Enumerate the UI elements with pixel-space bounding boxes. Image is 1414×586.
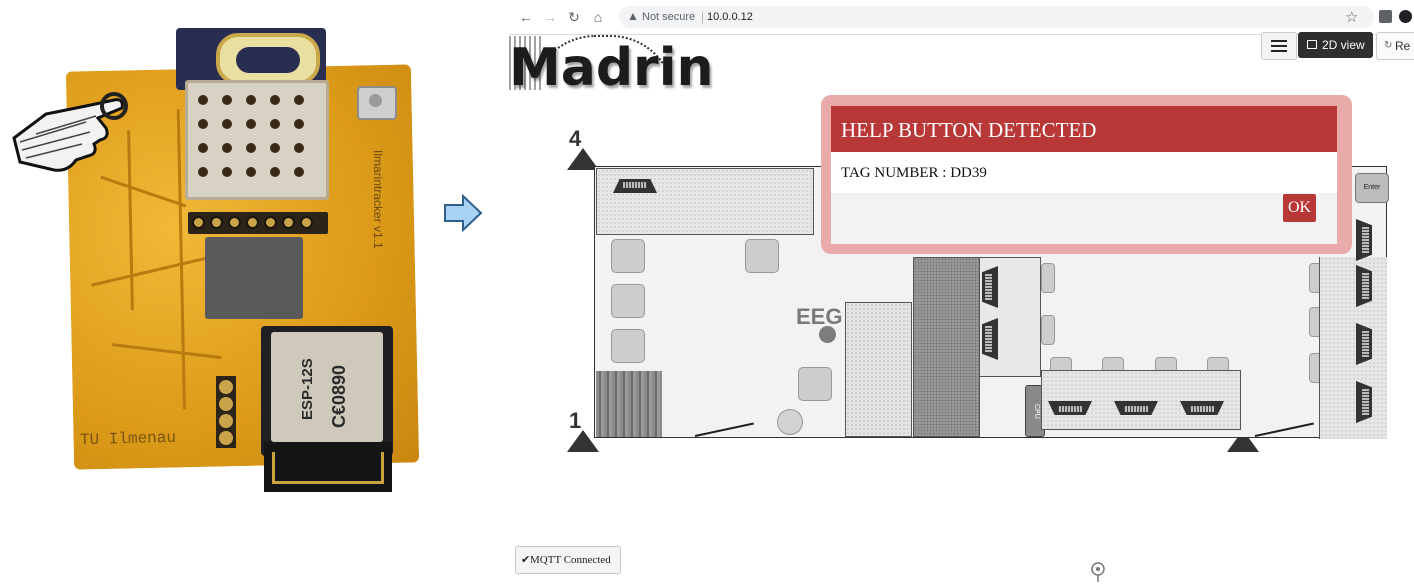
security-label: Not secure [642,11,696,23]
board-label: TU Ilmenau [79,428,177,450]
stool [611,239,645,273]
cabinet [913,257,980,437]
alert-title: HELP BUTTON DETECTED [841,118,1097,142]
url-text: 10.0.0.12 [707,11,753,23]
stool [745,239,779,273]
stool [798,367,832,401]
chair [1041,315,1055,345]
monitor-icon [982,266,998,308]
enter-button[interactable]: Enter [1355,173,1389,203]
back-icon[interactable]: ← [517,8,535,26]
image-icon [1307,40,1317,49]
chip [205,237,303,319]
mqtt-status-label: MQTT Connected [530,554,611,566]
warning-icon: ▲ [627,9,639,23]
location-pin-icon [1091,562,1105,582]
right-arrow-icon [444,194,483,232]
extension-icon[interactable] [1379,10,1392,23]
reset-label: Re [1395,39,1411,53]
esp-module: ESP-12S C€0890 [261,326,393,456]
address-bar[interactable]: ▲ Not secure | 10.0.0.12 [619,6,1374,28]
browser-toolbar: ← → ↻ ⌂ ▲ Not secure | 10.0.0.12 ☆ [509,0,1414,35]
antenna [264,442,392,492]
monitor-icon [613,179,657,193]
desk-bottom [1041,370,1241,430]
monitor-icon [1356,381,1372,423]
view-2d-label: 2D view [1322,38,1365,52]
desk-top-left [596,168,814,235]
menu-button[interactable] [1261,32,1297,60]
rf-shield [185,80,329,200]
door [1254,422,1314,437]
reload-icon[interactable]: ↻ [565,8,583,26]
alert-header: HELP BUTTON DETECTED [831,106,1337,152]
alert-dialog: HELP BUTTON DETECTED TAG NUMBER : DD39 [831,106,1337,244]
app-logo: Madrin [509,38,714,98]
monitor-icon [1180,401,1224,415]
monitor-icon [1356,323,1372,365]
monitor-icon [982,318,998,360]
view-2d-button[interactable]: 2D view [1298,32,1373,58]
browser-window: ← → ↻ ⌂ ▲ Not secure | 10.0.0.12 ☆ Madri… [509,0,1414,586]
door [694,422,754,437]
bed [845,302,912,437]
help-push-button [357,86,397,120]
mqtt-status-button[interactable]: ✔ MQTT Connected [515,546,621,574]
stool [611,329,645,363]
esp-model-text: ESP-12S [299,358,316,420]
chair [1041,263,1055,293]
round-stool [777,409,803,435]
eeg-marker [819,326,836,343]
wooden-shelf [596,371,662,437]
home-icon[interactable]: ⌂ [589,8,607,26]
profile-icon[interactable] [1399,10,1412,23]
bookmark-star-icon[interactable]: ☆ [1345,8,1358,26]
monitor-icon [1356,265,1372,307]
check-icon: ✔ [521,554,531,566]
alert-footer [831,193,1337,244]
version-label: Ilmarintracker v1.1 [371,150,385,249]
reset-button[interactable]: ↻ Re [1376,32,1414,60]
pin-header [188,212,328,234]
monitor-icon [1114,401,1158,415]
forward-icon[interactable]: → [541,8,559,26]
pointing-hand-icon [12,92,128,172]
ok-button[interactable]: OK [1283,194,1316,222]
workstation-column [979,257,1041,377]
pcb-photo: ESP-12S C€0890 TU Ilmenau Ilmarintracker… [0,0,440,586]
reset-icon: ↻ [1384,40,1393,51]
stool [611,284,645,318]
separator: | [701,10,705,24]
monitor-icon [1048,401,1092,415]
eeg-label: EEG [796,304,843,329]
workstation-right [1319,257,1387,439]
alert-message: TAG NUMBER : DD39 [841,165,987,181]
monitor-icon [1356,219,1372,261]
alert-dialog-frame: HELP BUTTON DETECTED TAG NUMBER : DD39 O… [821,95,1352,254]
esp-code-text: C€0890 [329,364,349,428]
pin-column [216,376,236,448]
